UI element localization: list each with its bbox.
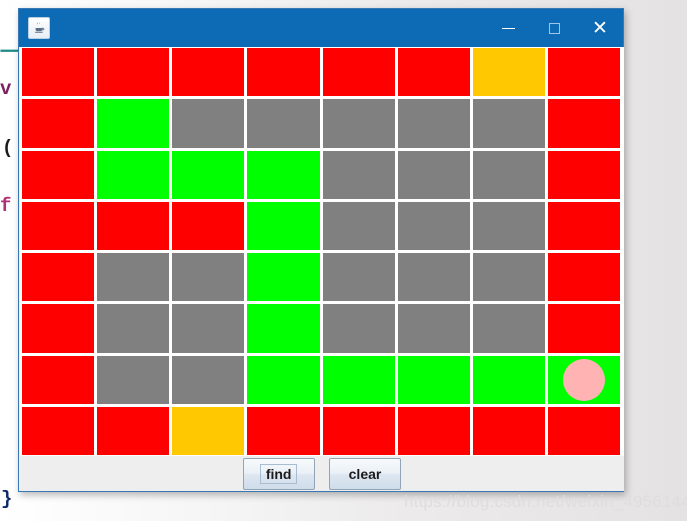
maze-cell-r6-c1[interactable]: [97, 355, 170, 404]
maze-cell-r7-c6[interactable]: [472, 406, 545, 455]
player-marker-icon: [562, 358, 605, 401]
maze-cell-r2-c4[interactable]: [322, 150, 395, 199]
maze-cell-r3-c3[interactable]: [247, 201, 320, 250]
button-bar: find clear: [20, 456, 624, 491]
maximize-icon: [548, 22, 560, 34]
maze-cell-r5-c7[interactable]: [547, 304, 620, 353]
background-char-4: f: [0, 195, 12, 217]
maze-cell-r4-c4[interactable]: [322, 253, 395, 302]
window-controls: ✕: [485, 9, 623, 47]
maze-grid[interactable]: [22, 48, 620, 455]
maze-cell-r1-c1[interactable]: [97, 99, 170, 148]
maze-cell-r2-c2[interactable]: [172, 150, 245, 199]
maze-cell-r2-c1[interactable]: [97, 150, 170, 199]
maze-cell-r0-c0[interactable]: [22, 48, 95, 97]
maze-cell-r1-c5[interactable]: [397, 99, 470, 148]
maze-cell-r6-c4[interactable]: [322, 355, 395, 404]
maze-cell-r0-c5[interactable]: [397, 48, 470, 97]
maze-cell-r2-c5[interactable]: [397, 150, 470, 199]
maze-cell-r1-c0[interactable]: [22, 99, 95, 148]
maze-cell-r5-c1[interactable]: [97, 304, 170, 353]
maze-cell-r7-c1[interactable]: [97, 406, 170, 455]
maze-cell-r0-c1[interactable]: [97, 48, 170, 97]
maze-cell-r4-c2[interactable]: [172, 253, 245, 302]
maze-cell-r6-c3[interactable]: [247, 355, 320, 404]
maze-cell-r6-c6[interactable]: [472, 355, 545, 404]
maze-cell-r0-c4[interactable]: [322, 48, 395, 97]
close-icon: ✕: [592, 16, 608, 39]
maze-cell-r6-c5[interactable]: [397, 355, 470, 404]
maze-cell-r3-c0[interactable]: [22, 201, 95, 250]
maze-panel: [20, 47, 624, 456]
maze-cell-r1-c2[interactable]: [172, 99, 245, 148]
maze-cell-r7-c4[interactable]: [322, 406, 395, 455]
maze-cell-r5-c6[interactable]: [472, 304, 545, 353]
maze-cell-r2-c6[interactable]: [472, 150, 545, 199]
maze-cell-r5-c5[interactable]: [397, 304, 470, 353]
watermark: https://blog.csdn.net/weixin_49561445: [404, 492, 687, 511]
find-button-label: find: [259, 463, 298, 484]
maze-cell-r2-c0[interactable]: [22, 150, 95, 199]
background-char-1: 一: [0, 42, 20, 64]
maze-cell-r4-c5[interactable]: [397, 253, 470, 302]
find-button[interactable]: find: [242, 457, 315, 490]
maze-cell-r2-c3[interactable]: [247, 150, 320, 199]
maze-cell-r5-c3[interactable]: [247, 304, 320, 353]
clear-button[interactable]: clear: [328, 457, 402, 490]
maze-cell-r7-c3[interactable]: [247, 406, 320, 455]
maze-cell-r3-c2[interactable]: [172, 201, 245, 250]
maze-cell-r1-c6[interactable]: [472, 99, 545, 148]
maze-cell-r0-c2[interactable]: [172, 48, 245, 97]
maze-cell-r0-c6[interactable]: [472, 48, 545, 97]
clear-button-label: clear: [348, 465, 382, 482]
maze-cell-r7-c7[interactable]: [547, 406, 620, 455]
background-char-2: v: [0, 78, 12, 100]
minimize-icon: [501, 27, 515, 29]
maze-cell-r0-c7[interactable]: [547, 48, 620, 97]
maze-cell-r6-c2[interactable]: [172, 355, 245, 404]
maze-cell-r7-c5[interactable]: [397, 406, 470, 455]
maze-cell-r5-c0[interactable]: [22, 304, 95, 353]
maze-cell-r1-c4[interactable]: [322, 99, 395, 148]
maze-cell-r4-c6[interactable]: [472, 253, 545, 302]
close-button[interactable]: ✕: [577, 9, 623, 47]
maze-cell-r7-c0[interactable]: [22, 406, 95, 455]
maze-cell-r3-c1[interactable]: [97, 201, 170, 250]
application-window: ✕ find clear: [18, 8, 624, 492]
maze-cell-r0-c3[interactable]: [247, 48, 320, 97]
minimize-button[interactable]: [485, 9, 531, 47]
maze-cell-r7-c2[interactable]: [172, 406, 245, 455]
maze-cell-r4-c1[interactable]: [97, 253, 170, 302]
maze-cell-r4-c7[interactable]: [547, 253, 620, 302]
maze-cell-r2-c7[interactable]: [547, 150, 620, 199]
maze-cell-r1-c3[interactable]: [247, 99, 320, 148]
maze-cell-r6-c0[interactable]: [22, 355, 95, 404]
java-coffee-cup-icon: [28, 17, 50, 39]
maze-cell-r4-c0[interactable]: [22, 253, 95, 302]
maze-cell-r5-c4[interactable]: [322, 304, 395, 353]
maze-cell-r3-c4[interactable]: [322, 201, 395, 250]
maze-cell-r3-c7[interactable]: [547, 201, 620, 250]
maze-cell-r1-c7[interactable]: [547, 99, 620, 148]
background-char-5: }: [1, 488, 13, 510]
maze-cell-r3-c6[interactable]: [472, 201, 545, 250]
maze-cell-r4-c3[interactable]: [247, 253, 320, 302]
title-bar[interactable]: ✕: [19, 9, 623, 47]
maze-cell-r5-c2[interactable]: [172, 304, 245, 353]
maze-cell-r6-c7[interactable]: [547, 355, 620, 404]
background-char-3: (: [2, 137, 14, 159]
maximize-button[interactable]: [531, 9, 577, 47]
maze-cell-r3-c5[interactable]: [397, 201, 470, 250]
